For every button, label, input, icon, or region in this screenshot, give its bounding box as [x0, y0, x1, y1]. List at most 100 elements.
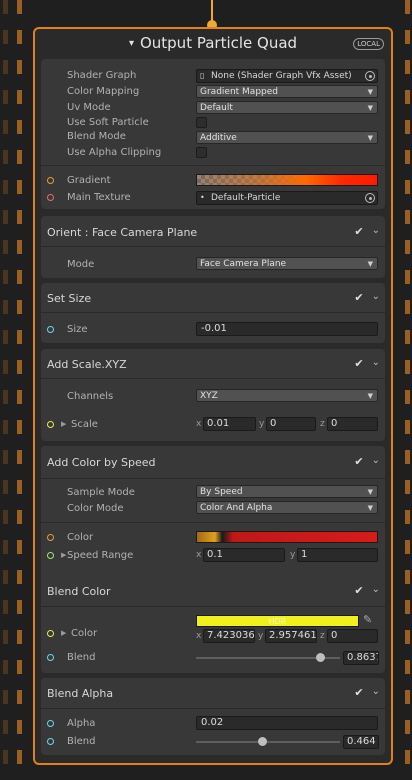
speed-x-field[interactable]: 0.1	[203, 548, 285, 562]
object-picker-icon[interactable]	[365, 193, 375, 203]
blend-color-expand-icon[interactable]: ⌄	[372, 584, 380, 595]
color-mode-dropdown[interactable]: Color And Alpha ▼	[196, 501, 378, 514]
scale-z-label: z	[320, 419, 325, 429]
divider	[41, 312, 385, 313]
main-texture-input-port[interactable]	[47, 194, 54, 201]
use-soft-particle-toggle[interactable]	[196, 117, 207, 128]
color-label: Color	[67, 532, 94, 543]
dropdown-arrow-icon: ▼	[367, 488, 373, 496]
blend-color-z-label: z	[320, 631, 325, 641]
node-title-text: Output Particle Quad	[139, 34, 298, 52]
dropdown-arrow-icon: ▼	[367, 134, 373, 142]
blend-color-enabled-check-icon[interactable]: ✔	[353, 585, 365, 597]
blend-color-block[interactable]: Blend Color ✔ ⌄ HDR ✎ ▶ Color x 7.423036…	[41, 576, 385, 673]
alpha-value: 0.02	[201, 717, 224, 728]
blend-mode-dropdown[interactable]: Additive ▼	[196, 131, 378, 144]
blend-color-input-port[interactable]	[47, 630, 54, 637]
dropdown-arrow-icon: ▼	[367, 88, 373, 96]
orient-enabled-check-icon[interactable]: ✔	[353, 226, 365, 238]
scale-expander-icon[interactable]: ▶	[61, 420, 66, 428]
shader-graph-field[interactable]: ▯ None (Shader Graph Vfx Asset)	[196, 69, 378, 83]
blend-color-y-field[interactable]: 2.957461	[265, 629, 317, 643]
left-edge-dash	[17, 0, 22, 780]
gradient-input-port[interactable]	[47, 177, 54, 184]
alpha-blend-slider-track[interactable]	[196, 741, 340, 743]
blend-color-hdr-field[interactable]: HDR	[196, 615, 359, 627]
shader-graph-value: None (Shader Graph Vfx Asset)	[211, 71, 352, 81]
alpha-blend-input-port[interactable]	[47, 738, 54, 745]
object-picker-icon[interactable]	[365, 71, 375, 81]
scale-x-label: x	[196, 419, 202, 429]
scale-y-label: y	[259, 419, 265, 429]
gradient-field[interactable]	[196, 174, 378, 186]
main-texture-field[interactable]: • Default-Particle	[196, 191, 378, 205]
channels-dropdown[interactable]: XYZ ▼	[196, 389, 378, 402]
hdr-label: HDR	[268, 617, 287, 626]
scale-z-field[interactable]: 0	[327, 417, 378, 431]
set-size-block[interactable]: Set Size ✔ ⌄ Size -0.01	[41, 283, 385, 343]
speed-y-value: 1	[301, 549, 308, 560]
color-gradient-field[interactable]	[196, 531, 378, 543]
divider	[41, 378, 385, 379]
add-scale-expand-icon[interactable]: ⌄	[372, 357, 380, 368]
scale-y-field[interactable]: 0	[266, 417, 316, 431]
blend-alpha-block[interactable]: Blend Alpha ✔ ⌄ Alpha 0.02 Blend 0.464	[41, 678, 385, 755]
orient-block[interactable]: Orient : Face Camera Plane ✔ ⌄ Mode Face…	[41, 216, 385, 278]
blend-value-field[interactable]: 0.8637	[343, 651, 379, 665]
blend-color-x-label: x	[196, 631, 202, 641]
alpha-label: Alpha	[67, 718, 96, 729]
color-by-speed-block[interactable]: Add Color by Speed ✔ ⌄ Sample Mode By Sp…	[41, 446, 385, 596]
set-size-block-title: Set Size	[47, 292, 92, 305]
eyedropper-icon[interactable]: ✎	[363, 613, 372, 626]
alpha-blend-slider-thumb[interactable]	[258, 737, 268, 746]
blend-color-y-label: y	[258, 631, 264, 641]
size-field[interactable]: -0.01	[196, 322, 378, 336]
blend-color-block-title: Blend Color	[47, 585, 111, 598]
speed-range-expander-icon[interactable]: ▶	[61, 551, 66, 559]
main-texture-label: Main Texture	[67, 192, 131, 203]
output-particle-quad-node[interactable]: ▾ Output Particle Quad LOCAL Shader Graph…	[33, 27, 393, 765]
node-title: ▾ Output Particle Quad	[35, 34, 391, 52]
node-header[interactable]: ▾ Output Particle Quad LOCAL	[35, 29, 391, 57]
alpha-blend-value: 0.464	[347, 736, 376, 747]
blend-value: 0.8637	[347, 652, 379, 663]
orient-mode-value: Face Camera Plane	[200, 259, 287, 269]
local-space-badge[interactable]: LOCAL	[353, 38, 384, 50]
speed-range-label: Speed Range	[67, 550, 134, 561]
set-size-enabled-check-icon[interactable]: ✔	[353, 292, 365, 304]
orient-expand-icon[interactable]: ⌄	[372, 225, 380, 236]
use-alpha-clipping-label: Use Alpha Clipping	[67, 147, 162, 158]
alpha-blend-value-field[interactable]: 0.464	[343, 735, 379, 749]
add-scale-enabled-check-icon[interactable]: ✔	[353, 358, 365, 370]
uv-mode-dropdown[interactable]: Default ▼	[196, 101, 378, 114]
gradient-label: Gradient	[67, 175, 111, 186]
scale-x-field[interactable]: 0.01	[203, 417, 256, 431]
file-icon: ▯	[200, 71, 205, 80]
scale-input-port[interactable]	[47, 421, 54, 428]
alpha-input-port[interactable]	[47, 720, 54, 727]
blend-slider-thumb[interactable]	[315, 653, 325, 662]
color-by-speed-enabled-check-icon[interactable]: ✔	[353, 456, 365, 468]
blend-input-port[interactable]	[47, 654, 54, 661]
orient-mode-dropdown[interactable]: Face Camera Plane ▼	[196, 257, 378, 270]
blend-alpha-expand-icon[interactable]: ⌄	[372, 686, 380, 697]
color-by-speed-block-title: Add Color by Speed	[47, 456, 156, 469]
blend-alpha-enabled-check-icon[interactable]: ✔	[353, 687, 365, 699]
size-input-port[interactable]	[47, 326, 54, 333]
color-mapping-value: Gradient Mapped	[200, 87, 278, 97]
speed-range-input-port[interactable]	[47, 552, 54, 559]
speed-x-label: x	[196, 550, 202, 560]
blend-color-z-field[interactable]: 0	[327, 629, 378, 643]
color-mapping-dropdown[interactable]: Gradient Mapped ▼	[196, 85, 378, 98]
main-texture-value: Default-Particle	[211, 193, 281, 203]
color-gradient-input-port[interactable]	[47, 534, 54, 541]
use-alpha-clipping-toggle[interactable]	[196, 147, 207, 158]
set-size-expand-icon[interactable]: ⌄	[372, 291, 380, 302]
color-by-speed-expand-icon[interactable]: ⌄	[372, 455, 380, 466]
speed-y-field[interactable]: 1	[297, 548, 378, 562]
alpha-field[interactable]: 0.02	[196, 716, 378, 730]
add-scale-block[interactable]: Add Scale.XYZ ✔ ⌄ Channels XYZ ▼ ▶ Scale…	[41, 349, 385, 441]
blend-color-expander-icon[interactable]: ▶	[61, 629, 66, 637]
sample-mode-dropdown[interactable]: By Speed ▼	[196, 485, 378, 498]
blend-color-x-field[interactable]: 7.423036	[203, 629, 255, 643]
